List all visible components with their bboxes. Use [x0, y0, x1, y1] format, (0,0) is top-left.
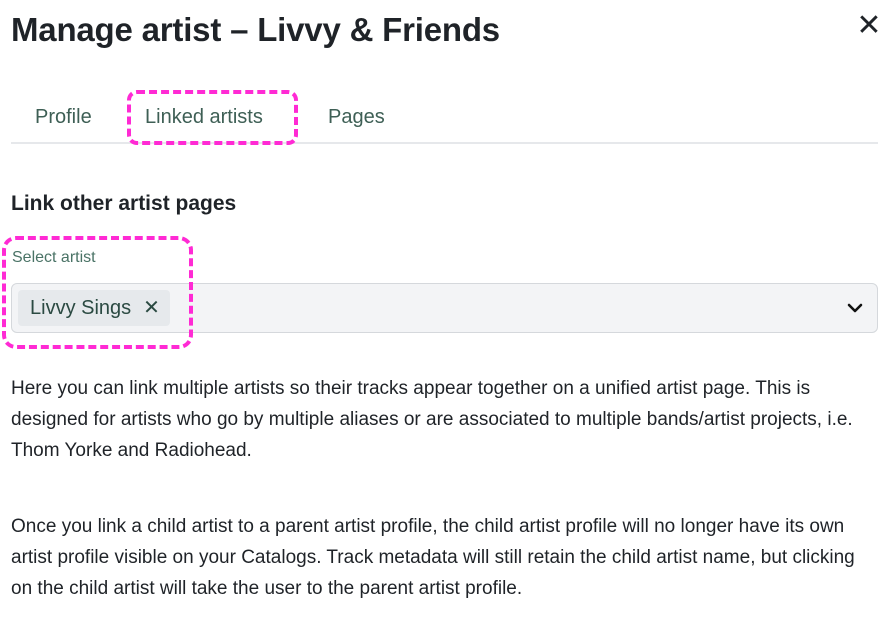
chevron-down-icon[interactable] [847, 300, 863, 316]
tab-profile[interactable]: Profile [35, 104, 92, 130]
description-paragraph-2: Once you link a child artist to a parent… [11, 516, 855, 599]
section-title: Link other artist pages [11, 192, 237, 215]
highlight-outline-select [2, 236, 193, 349]
dialog-title: Manage artist – Livvy & Friends [11, 11, 500, 48]
tab-pages[interactable]: Pages [328, 104, 385, 130]
close-icon[interactable]: ✕ [854, 8, 884, 44]
description-paragraph-1: Here you can link multiple artists so th… [11, 378, 853, 461]
highlight-outline-tab [127, 90, 298, 145]
